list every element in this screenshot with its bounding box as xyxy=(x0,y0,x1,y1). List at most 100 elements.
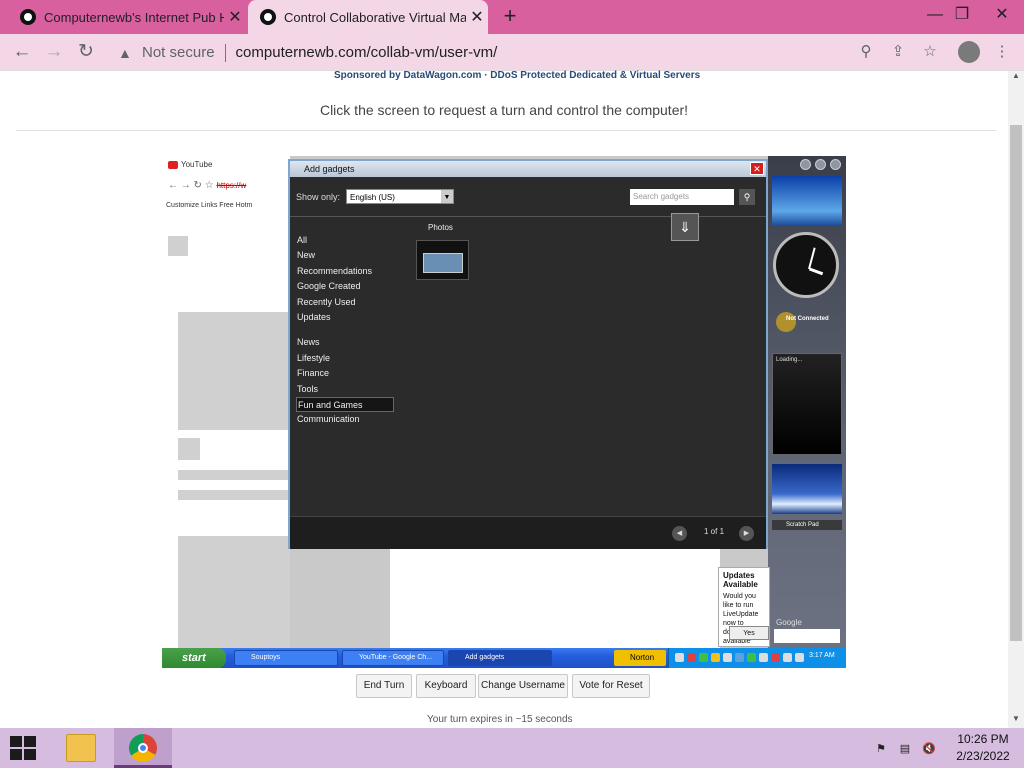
logo-pane xyxy=(10,749,22,760)
taskbar-item-youtube[interactable]: YouTube - Google Ch... xyxy=(342,650,444,666)
restore-button[interactable]: ❐ xyxy=(948,2,976,28)
chrome-taskbar-button[interactable] xyxy=(114,728,172,768)
tray-icon[interactable] xyxy=(699,653,708,662)
updates-popup[interactable]: Updates Available Would you like to run … xyxy=(718,567,770,647)
category-recommendations[interactable]: Recommendations xyxy=(296,264,396,279)
tab-internet-pub[interactable]: Computernewb's Internet Pub H ✕ xyxy=(8,0,246,34)
photos-gadget-thumbnail[interactable] xyxy=(416,240,469,280)
language-select[interactable]: English (US) ▼ xyxy=(346,189,454,204)
yes-button[interactable]: Yes xyxy=(729,626,769,640)
tray-icon[interactable] xyxy=(687,653,696,662)
scroll-up-icon[interactable]: ▲ xyxy=(1008,71,1024,85)
vm-browser-window[interactable]: YouTube ← → ↻ ☆ https://w Customize Link… xyxy=(162,156,290,648)
vm-bookmarks-bar[interactable]: Customize Links Free Hotm xyxy=(166,202,252,209)
computernewb-favicon-icon xyxy=(260,9,276,25)
star-icon[interactable]: ☆ xyxy=(920,42,940,62)
window-close-button[interactable]: ✕ xyxy=(988,2,1016,28)
vote-reset-button[interactable]: Vote for Reset xyxy=(572,674,650,698)
file-explorer-icon[interactable] xyxy=(66,734,96,762)
slideshow-gadget[interactable] xyxy=(772,176,842,226)
page-scrollbar[interactable]: ▲ ▼ xyxy=(1008,71,1024,728)
tab-close-icon[interactable]: ✕ xyxy=(224,7,246,27)
category-finance[interactable]: Finance xyxy=(296,366,396,381)
norton-button[interactable]: Norton xyxy=(614,650,666,666)
taskbar-item-souptoys[interactable]: Souptoys xyxy=(234,650,338,666)
category-all[interactable]: All xyxy=(296,233,396,248)
tab-close-icon[interactable]: ✕ xyxy=(466,7,488,27)
news-gadget[interactable]: Loading... xyxy=(772,353,842,455)
tray-icon[interactable] xyxy=(735,653,744,662)
placeholder-block xyxy=(178,536,290,648)
tray-icon[interactable] xyxy=(711,653,720,662)
tray-icon[interactable] xyxy=(771,653,780,662)
vm-screen[interactable]: YouTube ← → ↻ ☆ https://w Customize Link… xyxy=(162,156,846,668)
add-icon[interactable] xyxy=(800,159,811,170)
flag-icon[interactable]: ⚑ xyxy=(874,742,888,756)
category-lifestyle[interactable]: Lifestyle xyxy=(296,351,396,366)
menu-icon[interactable] xyxy=(815,159,826,170)
taskbar-item-add-gadgets[interactable]: Add gadgets xyxy=(448,650,552,666)
vm-browser-tab[interactable]: YouTube xyxy=(168,160,212,169)
scroll-down-icon[interactable]: ▼ xyxy=(1008,714,1024,728)
scroll-thumb[interactable] xyxy=(1010,125,1022,641)
change-username-button[interactable]: Change Username xyxy=(478,674,568,698)
sponsor-link[interactable]: Sponsored by DataWagon.com · DDoS Protec… xyxy=(334,70,700,81)
next-page-icon[interactable]: ▶ xyxy=(739,526,754,541)
tab-title: Computernewb's Internet Pub H xyxy=(44,9,224,25)
category-fun-and-games[interactable]: Fun and Games xyxy=(296,396,394,413)
category-recently-used[interactable]: Recently Used xyxy=(296,295,396,310)
security-status[interactable]: Not secure xyxy=(142,44,215,61)
share-icon[interactable]: ⇪ xyxy=(888,42,908,62)
divider xyxy=(224,43,226,62)
system-time[interactable]: 10:26 PM xyxy=(952,732,1014,746)
divider xyxy=(16,130,996,131)
keyboard-button[interactable]: Keyboard xyxy=(416,674,476,698)
tray-icon[interactable] xyxy=(723,653,732,662)
minimize-icon[interactable] xyxy=(830,159,841,170)
omnibox[interactable]: ▲ Not secure computernewb.com/collab-vm/… xyxy=(110,38,890,67)
tray-icon[interactable] xyxy=(795,653,804,662)
category-new[interactable]: New xyxy=(296,248,396,263)
url-text[interactable]: computernewb.com/collab-vm/user-vm/ xyxy=(236,44,498,61)
start-button[interactable]: start xyxy=(162,648,226,668)
tab-collab-vm[interactable]: Control Collaborative Virtual Ma ✕ xyxy=(248,0,488,34)
network-icon[interactable]: ▤ xyxy=(898,742,912,756)
category-google-created[interactable]: Google Created xyxy=(296,279,396,294)
clock-gadget[interactable] xyxy=(773,232,839,298)
tray-icon[interactable] xyxy=(747,653,756,662)
back-icon[interactable]: ← xyxy=(9,40,35,66)
reload-icon[interactable]: ↻ xyxy=(73,40,99,66)
tray-icon[interactable] xyxy=(783,653,792,662)
category-news[interactable]: News xyxy=(296,335,396,350)
vm-page-area xyxy=(390,548,720,648)
logo-pane xyxy=(24,736,36,747)
forward-icon[interactable]: → xyxy=(41,40,67,66)
profile-avatar[interactable] xyxy=(958,41,980,63)
end-turn-button[interactable]: End Turn xyxy=(356,674,412,698)
prev-page-icon[interactable]: ◀ xyxy=(672,526,687,541)
add-gadgets-dialog[interactable]: Add gadgets ✕ Show only: English (US) ▼ S… xyxy=(288,159,768,549)
volume-muted-icon[interactable]: 🔇 xyxy=(922,742,936,756)
tray-icon[interactable] xyxy=(759,653,768,662)
scratch-pad-gadget[interactable]: Scratch Pad xyxy=(772,520,842,530)
category-communication[interactable]: Communication xyxy=(296,412,396,427)
search-gadgets-input[interactable]: Search gadgets xyxy=(630,189,734,205)
dialog-close-button[interactable]: ✕ xyxy=(750,162,764,175)
placeholder-block xyxy=(178,470,290,480)
google-search-input[interactable] xyxy=(774,629,840,643)
tray-icon[interactable] xyxy=(675,653,684,662)
zoom-icon[interactable]: ⚲ xyxy=(856,42,876,62)
vm-url-text[interactable]: https://w xyxy=(216,181,246,190)
dialog-title[interactable]: Add gadgets xyxy=(290,161,766,177)
weather-status: Not Connected xyxy=(786,316,829,322)
system-date[interactable]: 2/23/2022 xyxy=(952,749,1014,763)
photo-gadget[interactable] xyxy=(772,464,842,514)
new-tab-button[interactable]: + xyxy=(498,5,522,29)
menu-icon[interactable]: ⋮ xyxy=(992,42,1012,62)
category-tools[interactable]: Tools xyxy=(296,382,396,397)
search-icon[interactable]: ⚲ xyxy=(739,189,755,205)
minimize-button[interactable]: — xyxy=(921,2,949,28)
windows-start-icon[interactable] xyxy=(10,736,38,760)
scroll-down-button[interactable]: ⇓ xyxy=(671,213,699,241)
category-updates[interactable]: Updates xyxy=(296,310,396,325)
